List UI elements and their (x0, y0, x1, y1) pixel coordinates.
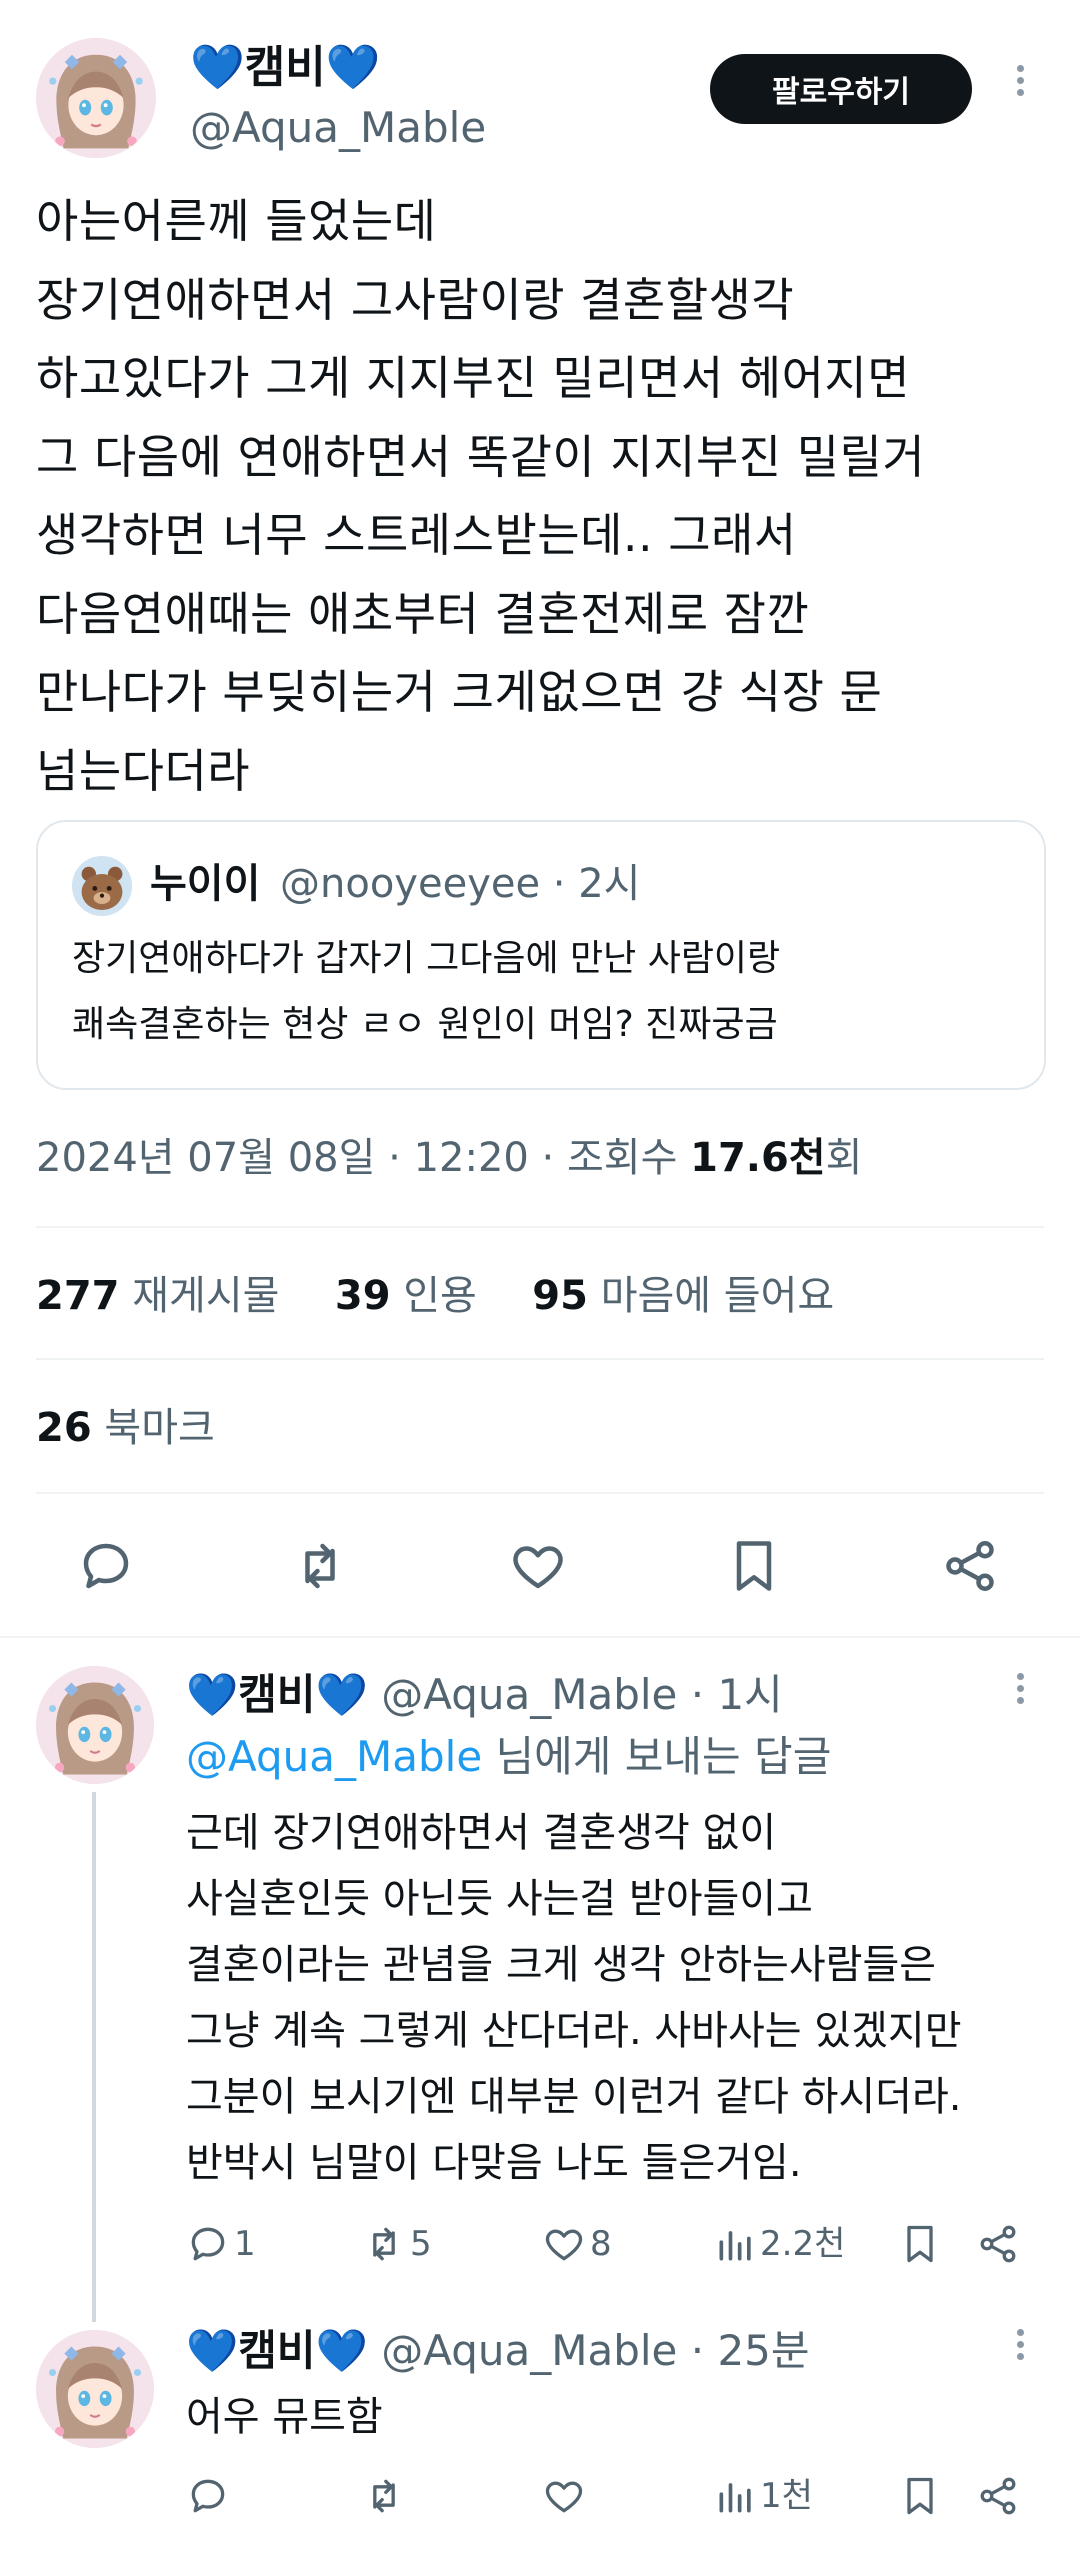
quotes-label: 인용 (403, 1273, 477, 1319)
follow-button[interactable]: 팔로우하기 (710, 54, 972, 124)
share-icon[interactable] (940, 1536, 1000, 1596)
author-handle[interactable]: @Aqua_Mable (190, 102, 486, 154)
reply-action-row: 1천 (186, 2468, 1040, 2524)
more-icon[interactable] (1000, 60, 1040, 120)
reply-icon[interactable] (186, 2474, 230, 2518)
bookmark-icon[interactable] (724, 1536, 784, 1596)
more-icon[interactable] (1000, 1668, 1040, 1724)
reply-header: 💙캠비💙 @Aqua_Mable · 25분 (186, 2322, 810, 2380)
replying-to-label: 님에게 보내는 답글 (482, 1732, 832, 1781)
author-display-name[interactable]: 💙캠비💙 (190, 40, 381, 96)
post-timestamp: 2024년 07월 08일 · 12:20 · 조회수 (36, 1135, 691, 1181)
like-icon[interactable] (542, 2222, 586, 2266)
likes-label: 마음에 들어요 (600, 1273, 835, 1319)
reply-display-name[interactable]: 💙캠비💙 (186, 1670, 368, 1719)
reply-icon[interactable] (186, 2222, 230, 2266)
replying-to-handle[interactable]: @Aqua_Mable (186, 1732, 482, 1781)
reply-count: 1 (234, 2224, 256, 2264)
replying-to: @Aqua_Mable 님에게 보내는 답글 (186, 1728, 831, 1786)
reply-header: 💙캠비💙 @Aqua_Mable · 1시 (186, 1666, 783, 1724)
bookmark-icon[interactable] (898, 2474, 942, 2518)
quoted-author-avatar (72, 856, 132, 916)
bookmarks-label: 북마크 (104, 1405, 215, 1451)
divider (36, 1226, 1044, 1228)
view-count-suffix: 회 (825, 1135, 863, 1181)
view-count: 17.6천 (690, 1135, 826, 1181)
reply-avatar[interactable] (36, 2330, 154, 2448)
like-icon[interactable] (508, 1536, 568, 1596)
repost-icon[interactable] (362, 2222, 406, 2266)
section-divider (0, 1636, 1080, 1638)
quoted-author-name: 누이이 (150, 861, 261, 907)
post-text: 아는어른께 들었는데 장기연애하면서 그사람이랑 결혼할생각 하고있다가 그게 … (36, 194, 926, 798)
like-icon[interactable] (542, 2474, 586, 2518)
likes-stat[interactable]: 95 마음에 들어요 (532, 1273, 834, 1319)
likes-count: 95 (532, 1273, 588, 1319)
divider (36, 1492, 1044, 1494)
reply-handle-time[interactable]: @Aqua_Mable · 25분 (381, 2326, 809, 2375)
reply-icon[interactable] (76, 1536, 136, 1596)
thread-line (92, 1792, 96, 2322)
views-icon[interactable] (714, 2222, 758, 2266)
reply-text: 근데 장기연애하면서 결혼생각 없이 사실혼인듯 아닌듯 사는걸 받아들이고 결… (186, 1810, 962, 2186)
views-icon[interactable] (714, 2474, 758, 2518)
reposts-count: 277 (36, 1273, 120, 1319)
author-avatar[interactable] (36, 38, 156, 158)
view-count: 1천 (760, 2476, 813, 2516)
like-count: 8 (590, 2224, 612, 2264)
bookmark-icon[interactable] (898, 2222, 942, 2266)
quoted-tweet-text: 장기연애하다가 갑자기 그다음에 만난 사람이랑 쾌속결혼하는 현상 ㄹㅇ 원인… (72, 938, 781, 1045)
reply-text: 어우 뮤트함 (186, 2394, 383, 2440)
stats-row: 277 재게시물 39 인용 95 마음에 들어요 (36, 1268, 834, 1324)
reply-action-row: 1 5 8 2.2천 (186, 2216, 1040, 2272)
share-icon[interactable] (976, 2222, 1020, 2266)
divider (36, 1358, 1044, 1360)
quotes-stat[interactable]: 39 인용 (335, 1273, 477, 1319)
repost-count: 5 (410, 2224, 432, 2264)
view-count: 2.2천 (760, 2224, 846, 2264)
quoted-author-handle-time: @nooyeeyee · 2시 (280, 861, 641, 907)
repost-icon[interactable] (290, 1536, 350, 1596)
more-icon[interactable] (1000, 2324, 1040, 2380)
post-timestamp-views: 2024년 07월 08일 · 12:20 · 조회수 17.6천회 (36, 1130, 862, 1186)
follow-button-label: 팔로우하기 (772, 75, 910, 110)
reposts-stat[interactable]: 277 재게시물 (36, 1273, 279, 1319)
quotes-count: 39 (334, 1273, 391, 1319)
reply-display-name[interactable]: 💙캠비💙 (186, 2326, 368, 2375)
repost-icon[interactable] (362, 2474, 406, 2518)
bookmarks-count: 26 (36, 1405, 92, 1451)
reply-avatar[interactable] (36, 1666, 154, 1784)
share-icon[interactable] (976, 2474, 1020, 2518)
reply-handle-time[interactable]: @Aqua_Mable · 1시 (381, 1670, 783, 1719)
bookmarks-stat[interactable]: 26 북마크 (36, 1400, 215, 1456)
reposts-label: 재게시물 (132, 1273, 280, 1319)
quoted-tweet-card[interactable]: 누이이 @nooyeeyee · 2시 장기연애하다가 갑자기 그다음에 만난 … (36, 820, 1046, 1090)
